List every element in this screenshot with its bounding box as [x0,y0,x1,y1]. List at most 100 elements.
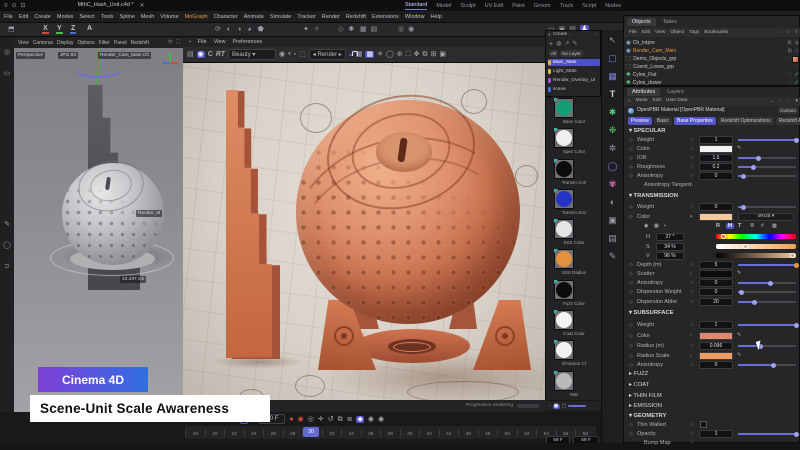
pixel-grid-icon[interactable]: ▦ [365,51,374,58]
layout-tab[interactable]: Standard [405,2,427,10]
viewport-menu-item[interactable]: Filter [99,40,110,46]
channel-preview-item[interactable]: Spec Color [546,127,602,157]
channel-preview-item[interactable]: Transm Sctr [546,188,602,218]
object-menu-item[interactable]: Bookmarks [704,30,728,35]
object-row[interactable]: ◉ Ch_Intpre ⊞ ◎ [626,39,799,47]
circle-tool-icon[interactable]: ◯ [3,242,11,249]
pen-icon[interactable]: ✎ [572,41,577,47]
menu-item[interactable]: Render [322,14,340,20]
timeline-tick[interactable]: 48 [478,429,498,437]
zoom-tool-icon[interactable]: ◎ [4,49,10,56]
hue-input[interactable]: 27 ° [656,233,684,241]
value-input[interactable]: 1 [699,430,733,438]
value-input[interactable]: 96 % [656,252,684,260]
texture-tag-icon[interactable] [792,56,799,63]
rotate-tool-icon[interactable]: ⟳ [215,26,221,33]
viewport-menu-item[interactable]: Options [77,40,94,46]
spectrum-icon[interactable]: ▦ [654,223,659,229]
rgb-tab[interactable]: R [716,223,720,229]
object-row[interactable]: ⬚ Cosmt_Lowre_grp :: [626,63,799,71]
timeline-tick[interactable]: 32 [322,429,342,437]
object-menu-item[interactable]: Edit [642,30,650,35]
value-input[interactable]: 0.2 [699,163,733,171]
visibility-dots[interactable]: :: [794,64,799,70]
layout-tab[interactable]: Sculpt [460,3,475,9]
eyedropper-icon[interactable]: ✎ [737,145,741,151]
goto-end-icon[interactable]: ◉ [378,416,384,423]
keyframe-circle-icon[interactable]: ○ [690,431,693,437]
settings-gear-icon[interactable]: ✱ [348,26,354,33]
viewport-menu-item[interactable]: Display [57,40,73,46]
value-input[interactable]: 0 [699,279,733,287]
object-menu-item[interactable]: Object [670,30,684,35]
expander-icon[interactable]: ▾ [690,214,693,220]
layer-item[interactable]: Main_Mats [548,59,600,66]
keyframe-circle-icon[interactable]: ○ [690,280,693,286]
layout-tab[interactable]: Nodes [605,3,621,9]
keyframe-circle-icon[interactable]: ○ [690,204,693,210]
keyframe-diamond-icon[interactable]: ◇ [629,173,633,179]
camera-icon[interactable]: ▣ [608,216,617,225]
scale-key-icon[interactable]: ⧉ [338,416,343,423]
node-graph-icon[interactable]: ❉ [609,126,617,135]
keyframe-diamond-icon[interactable]: ◇ [629,299,633,305]
cube-tool-icon[interactable]: ▦ [608,72,617,81]
viewport-canvas[interactable]: Perspective JPG 83 Render_Cam_Main Ch Re… [14,48,183,412]
section-transmission[interactable]: ▾ TRANSMISSION [629,193,678,199]
asset-icon[interactable]: ⬟ [258,26,264,33]
sphere-icon[interactable]: ◍ [556,41,561,47]
timeline-tick[interactable]: 50 [497,429,517,437]
material-page-tab[interactable]: Preview [628,117,652,125]
value-slider[interactable] [716,253,796,258]
keyframe-diamond-icon[interactable]: ◇ [629,343,633,349]
value-input[interactable]: 1.5 [699,154,733,162]
menu-item[interactable]: Character [214,14,238,20]
slider[interactable] [738,345,796,347]
saturation-slider[interactable] [716,244,796,249]
search-icon[interactable]: ◌ [595,33,598,38]
joint-tool-icon[interactable]: ✦ [303,26,309,33]
slider[interactable] [738,264,796,266]
object-row[interactable]: ✱ Cylne_Flat :: ✓ [626,71,799,79]
menu-item[interactable]: Edit [19,14,28,20]
size-large-icon[interactable]: ▢ [562,404,567,409]
keyframe-circle-icon[interactable]: ○ [690,422,693,428]
size-slider[interactable] [568,405,586,407]
eyedropper-icon[interactable]: ✎ [737,270,741,276]
attribute-tab[interactable]: Layers [662,88,689,96]
axis-x-lock[interactable]: X [42,25,49,34]
rt-toggle[interactable]: RT [216,51,225,58]
layers-create-menu[interactable]: Create [553,33,567,38]
viewport-menu-item[interactable]: Redshift [131,40,149,46]
paint-icon[interactable]: ✎ [609,252,617,261]
colorspace-select[interactable]: sRGB ▾ [738,213,794,221]
value-input[interactable]: 20 [699,298,733,306]
mixer-icon[interactable]: ≣ [750,223,754,229]
fit-view-icon[interactable]: ⛶ [406,51,411,58]
hamburger-icon[interactable]: ≡ [548,33,551,38]
slider[interactable] [738,206,796,208]
object-manager-tab[interactable]: Objects [627,18,656,26]
slider[interactable] [738,364,796,366]
axis-y-lock[interactable]: Y [56,25,63,34]
channel-preview-item[interactable]: Emission Cl [546,339,602,369]
slider[interactable] [738,157,796,159]
channel-preview-item[interactable]: Coat Color [546,309,602,339]
timeline-tick[interactable]: 44 [439,429,459,437]
add-aov-icon[interactable]: ⊞ [430,51,436,58]
menu-item[interactable]: Create [34,14,51,20]
visibility-dots[interactable]: ⊞ [788,48,793,54]
position-key-icon[interactable]: ✛ [318,416,324,423]
menu-item[interactable]: Tools [101,14,114,20]
menu-item[interactable]: Simulate [270,14,291,20]
menu-item[interactable]: Animate [244,14,264,20]
snap-icon[interactable]: ◐ [227,26,231,33]
timeline-tick[interactable]: 18 [185,429,205,437]
menu-item[interactable]: Extensions [372,14,399,20]
object-menu-item[interactable]: Tags [689,30,699,35]
keyframe-circle-icon[interactable]: ○ [690,440,693,446]
material-page-tab[interactable]: Redshift Optimizations [718,117,774,125]
add-layer-icon[interactable]: + [549,41,553,48]
keyframe-diamond-icon[interactable]: ◇ [629,164,633,170]
keyframe-circle-icon[interactable]: ○ [690,182,693,188]
